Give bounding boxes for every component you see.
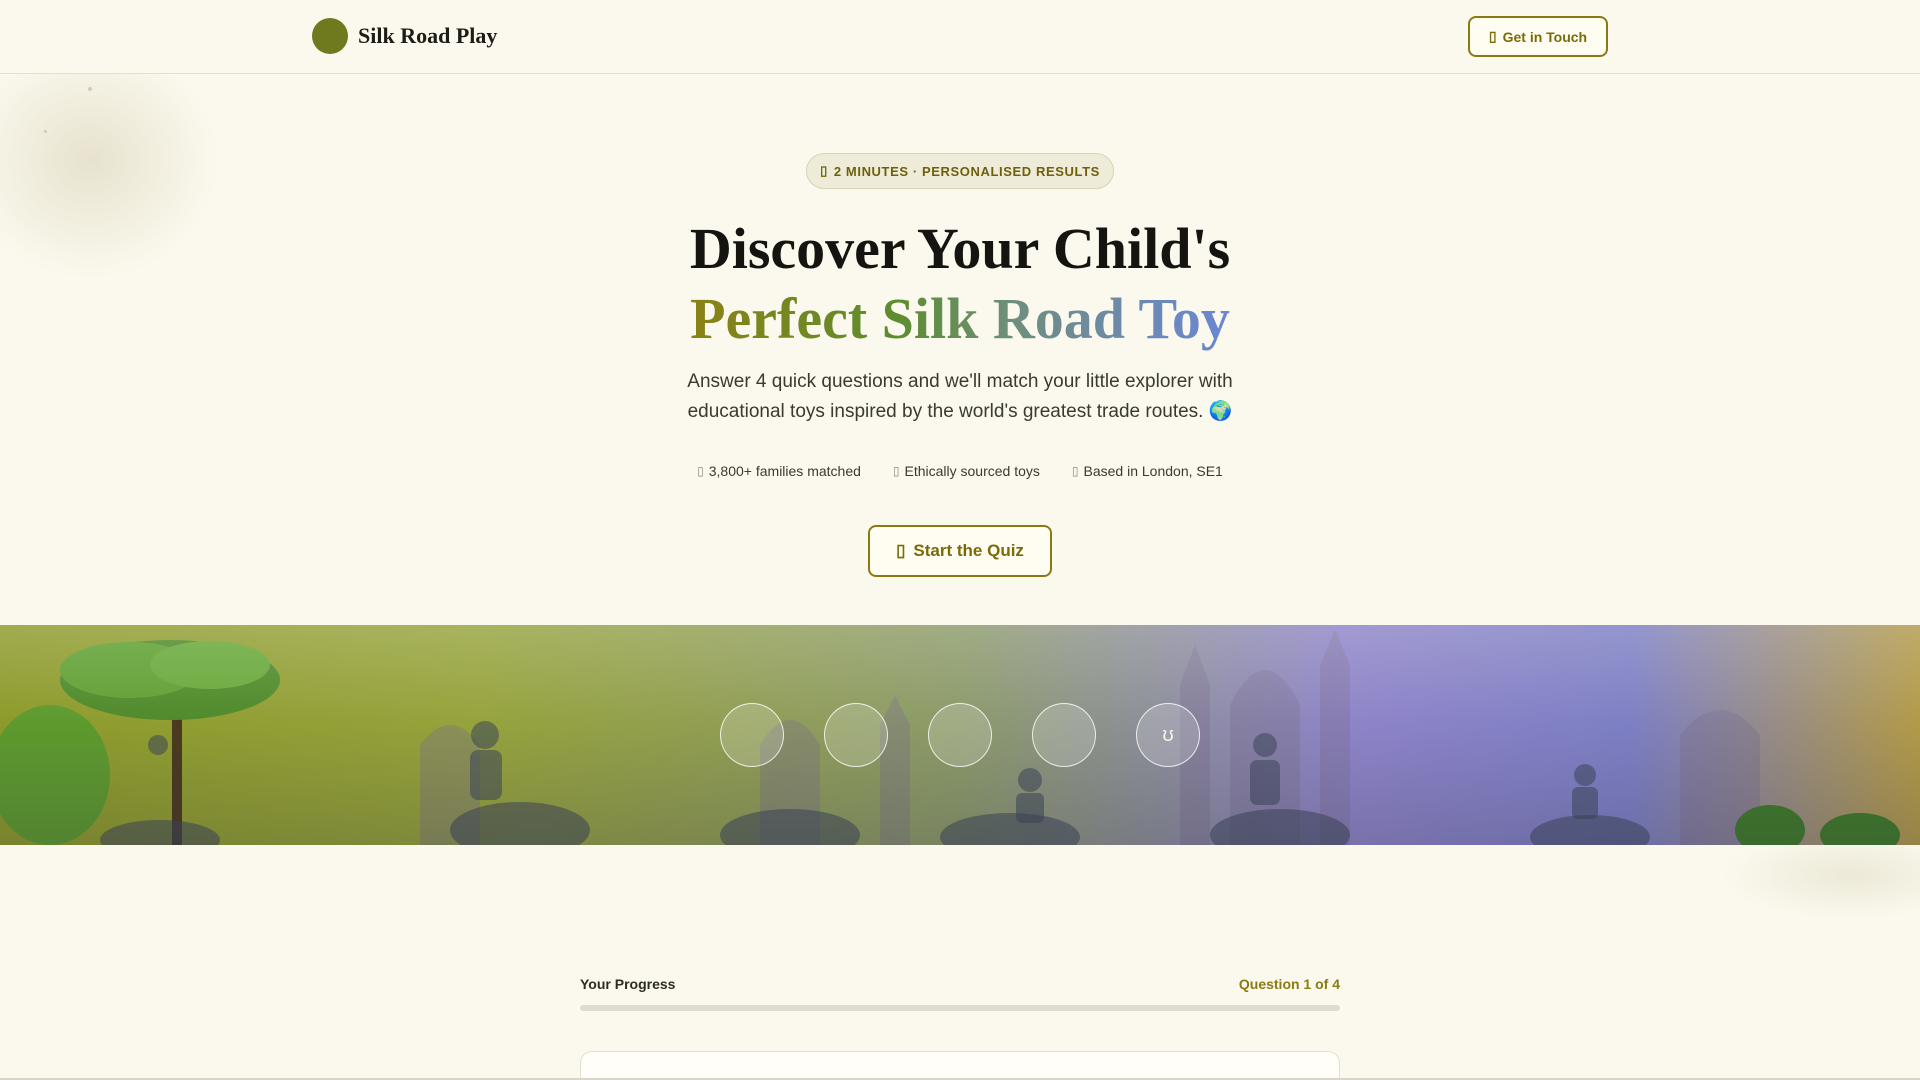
stat-label: Ethically sourced toys — [904, 463, 1040, 479]
duration-pill-label: 2 MINUTES · PERSONALISED RESULTS — [833, 163, 1100, 179]
progress-count: Question 1 of 4 — [1238, 976, 1340, 992]
decorative-dot — [44, 130, 47, 133]
globe-icon[interactable] — [824, 703, 888, 767]
hero-subtitle: Answer 4 quick questions and we'll match… — [687, 371, 1233, 422]
start-quiz-button[interactable]: ▯ Start the Quiz — [868, 525, 1052, 577]
decorative-dot — [88, 87, 92, 91]
question-card — [580, 1051, 1340, 1080]
get-in-touch-button[interactable]: ▯ Get in Touch — [1468, 16, 1608, 57]
page-title: Discover Your Child's Perfect Silk Road … — [0, 214, 1920, 354]
duration-pill: ▯ 2 MINUTES · PERSONALISED RESULTS — [806, 153, 1114, 189]
puzzle-icon[interactable] — [928, 703, 992, 767]
brand-name: Silk Road Play — [358, 23, 498, 48]
stat-label: Based in London, SE1 — [1083, 463, 1223, 479]
stat-location: ▯ Based in London, SE1 — [1072, 463, 1223, 479]
trust-stats: ▯ 3,800+ families matched ▯ Ethically so… — [0, 463, 1920, 479]
camel-icon — [312, 18, 348, 54]
leaf-icon: ▯ — [892, 464, 900, 478]
get-in-touch-label: Get in Touch — [1502, 28, 1588, 45]
gift-icon[interactable]: ʊ — [1136, 703, 1200, 767]
play-icon: ▯ — [896, 541, 906, 560]
stat-label: 3,800+ families matched — [708, 463, 861, 479]
book-icon[interactable] — [1032, 703, 1096, 767]
stat-families: ▯ 3,800+ families matched — [697, 463, 861, 479]
progress-label: Your Progress — [580, 976, 676, 992]
start-quiz-label: Start the Quiz — [913, 541, 1024, 560]
users-icon: ▯ — [697, 464, 704, 478]
stat-ethical: ▯ Ethically sourced toys — [893, 463, 1040, 479]
clock-icon: ▯ — [820, 163, 828, 178]
category-icons: ʊ — [0, 703, 1920, 767]
progress-bar — [580, 1005, 1340, 1011]
headline-line-1: Discover Your Child's — [689, 216, 1231, 281]
headline-line-2: Perfect Silk Road Toy — [690, 284, 1230, 354]
map-pin-icon: ▯ — [1071, 464, 1079, 478]
camel-icon[interactable] — [720, 703, 784, 767]
brand[interactable]: Silk Road Play — [312, 18, 497, 54]
envelope-icon: ▯ — [1488, 28, 1497, 44]
top-navigation: Silk Road Play ▯ Get in Touch — [0, 0, 1920, 74]
